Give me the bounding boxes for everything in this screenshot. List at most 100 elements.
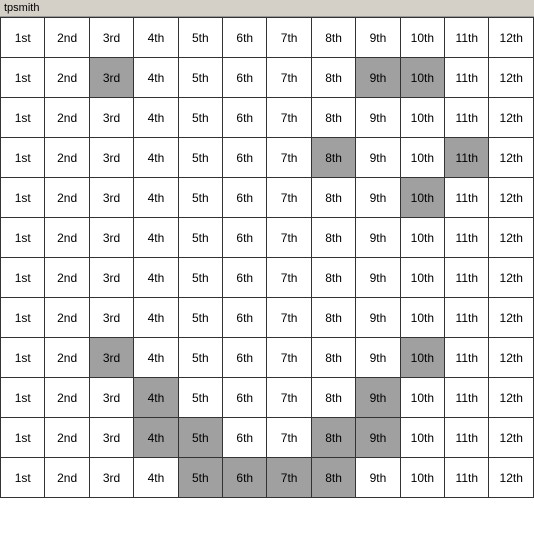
table-cell[interactable]: 2nd: [45, 218, 89, 258]
table-cell[interactable]: 12th: [489, 258, 534, 298]
table-cell[interactable]: 7th: [267, 378, 311, 418]
table-cell[interactable]: 9th: [356, 138, 400, 178]
table-cell[interactable]: 5th: [178, 378, 222, 418]
table-cell[interactable]: 10th: [400, 18, 444, 58]
table-cell[interactable]: 8th: [311, 258, 355, 298]
table-cell[interactable]: 8th: [311, 418, 355, 458]
table-cell[interactable]: 9th: [356, 338, 400, 378]
table-cell[interactable]: 3rd: [89, 138, 133, 178]
table-cell[interactable]: 3rd: [89, 258, 133, 298]
table-cell[interactable]: 8th: [311, 338, 355, 378]
table-cell[interactable]: 6th: [223, 418, 267, 458]
table-cell[interactable]: 6th: [223, 218, 267, 258]
table-cell[interactable]: 2nd: [45, 58, 89, 98]
table-cell[interactable]: 7th: [267, 138, 311, 178]
table-cell[interactable]: 3rd: [89, 378, 133, 418]
table-cell[interactable]: 2nd: [45, 138, 89, 178]
table-cell[interactable]: 8th: [311, 98, 355, 138]
table-cell[interactable]: 6th: [223, 338, 267, 378]
table-cell[interactable]: 7th: [267, 338, 311, 378]
table-cell[interactable]: 12th: [489, 418, 534, 458]
table-cell[interactable]: 8th: [311, 58, 355, 98]
table-cell[interactable]: 12th: [489, 58, 534, 98]
table-cell[interactable]: 6th: [223, 258, 267, 298]
table-cell[interactable]: 12th: [489, 458, 534, 498]
table-cell[interactable]: 2nd: [45, 258, 89, 298]
table-cell[interactable]: 7th: [267, 218, 311, 258]
table-cell[interactable]: 10th: [400, 458, 444, 498]
table-cell[interactable]: 1st: [1, 138, 45, 178]
table-cell[interactable]: 2nd: [45, 418, 89, 458]
table-cell[interactable]: 1st: [1, 258, 45, 298]
table-cell[interactable]: 11th: [445, 58, 489, 98]
table-cell[interactable]: 5th: [178, 58, 222, 98]
table-cell[interactable]: 12th: [489, 98, 534, 138]
table-cell[interactable]: 5th: [178, 138, 222, 178]
table-cell[interactable]: 9th: [356, 178, 400, 218]
table-cell[interactable]: 1st: [1, 218, 45, 258]
table-cell[interactable]: 4th: [134, 298, 178, 338]
table-cell[interactable]: 7th: [267, 458, 311, 498]
table-cell[interactable]: 11th: [445, 138, 489, 178]
table-cell[interactable]: 3rd: [89, 178, 133, 218]
table-cell[interactable]: 5th: [178, 458, 222, 498]
table-cell[interactable]: 8th: [311, 178, 355, 218]
table-cell[interactable]: 10th: [400, 418, 444, 458]
table-cell[interactable]: 8th: [311, 458, 355, 498]
table-cell[interactable]: 7th: [267, 258, 311, 298]
table-cell[interactable]: 8th: [311, 138, 355, 178]
table-cell[interactable]: 10th: [400, 98, 444, 138]
table-cell[interactable]: 9th: [356, 418, 400, 458]
table-cell[interactable]: 4th: [134, 378, 178, 418]
table-cell[interactable]: 6th: [223, 18, 267, 58]
table-cell[interactable]: 4th: [134, 258, 178, 298]
table-cell[interactable]: 11th: [445, 298, 489, 338]
table-cell[interactable]: 3rd: [89, 218, 133, 258]
table-cell[interactable]: 10th: [400, 258, 444, 298]
table-cell[interactable]: 1st: [1, 418, 45, 458]
table-cell[interactable]: 2nd: [45, 98, 89, 138]
table-cell[interactable]: 3rd: [89, 98, 133, 138]
table-cell[interactable]: 7th: [267, 178, 311, 218]
table-cell[interactable]: 6th: [223, 58, 267, 98]
table-cell[interactable]: 12th: [489, 338, 534, 378]
table-cell[interactable]: 11th: [445, 338, 489, 378]
table-cell[interactable]: 1st: [1, 338, 45, 378]
table-cell[interactable]: 4th: [134, 18, 178, 58]
table-cell[interactable]: 10th: [400, 58, 444, 98]
table-cell[interactable]: 2nd: [45, 458, 89, 498]
table-cell[interactable]: 3rd: [89, 418, 133, 458]
table-cell[interactable]: 10th: [400, 138, 444, 178]
table-cell[interactable]: 2nd: [45, 298, 89, 338]
table-cell[interactable]: 3rd: [89, 298, 133, 338]
table-cell[interactable]: 4th: [134, 338, 178, 378]
table-cell[interactable]: 4th: [134, 98, 178, 138]
table-cell[interactable]: 2nd: [45, 338, 89, 378]
table-cell[interactable]: 9th: [356, 98, 400, 138]
table-cell[interactable]: 2nd: [45, 378, 89, 418]
table-cell[interactable]: 1st: [1, 18, 45, 58]
table-cell[interactable]: 8th: [311, 18, 355, 58]
table-cell[interactable]: 11th: [445, 218, 489, 258]
table-cell[interactable]: 9th: [356, 258, 400, 298]
table-cell[interactable]: 9th: [356, 218, 400, 258]
table-cell[interactable]: 1st: [1, 458, 45, 498]
table-cell[interactable]: 10th: [400, 338, 444, 378]
table-cell[interactable]: 12th: [489, 178, 534, 218]
table-cell[interactable]: 8th: [311, 378, 355, 418]
table-cell[interactable]: 9th: [356, 58, 400, 98]
table-cell[interactable]: 4th: [134, 218, 178, 258]
table-cell[interactable]: 10th: [400, 298, 444, 338]
table-cell[interactable]: 1st: [1, 298, 45, 338]
table-cell[interactable]: 7th: [267, 58, 311, 98]
table-cell[interactable]: 8th: [311, 298, 355, 338]
table-cell[interactable]: 12th: [489, 298, 534, 338]
table-cell[interactable]: 7th: [267, 18, 311, 58]
table-cell[interactable]: 11th: [445, 458, 489, 498]
table-cell[interactable]: 6th: [223, 298, 267, 338]
table-cell[interactable]: 6th: [223, 458, 267, 498]
table-cell[interactable]: 3rd: [89, 18, 133, 58]
table-cell[interactable]: 2nd: [45, 178, 89, 218]
table-cell[interactable]: 5th: [178, 418, 222, 458]
table-cell[interactable]: 6th: [223, 98, 267, 138]
